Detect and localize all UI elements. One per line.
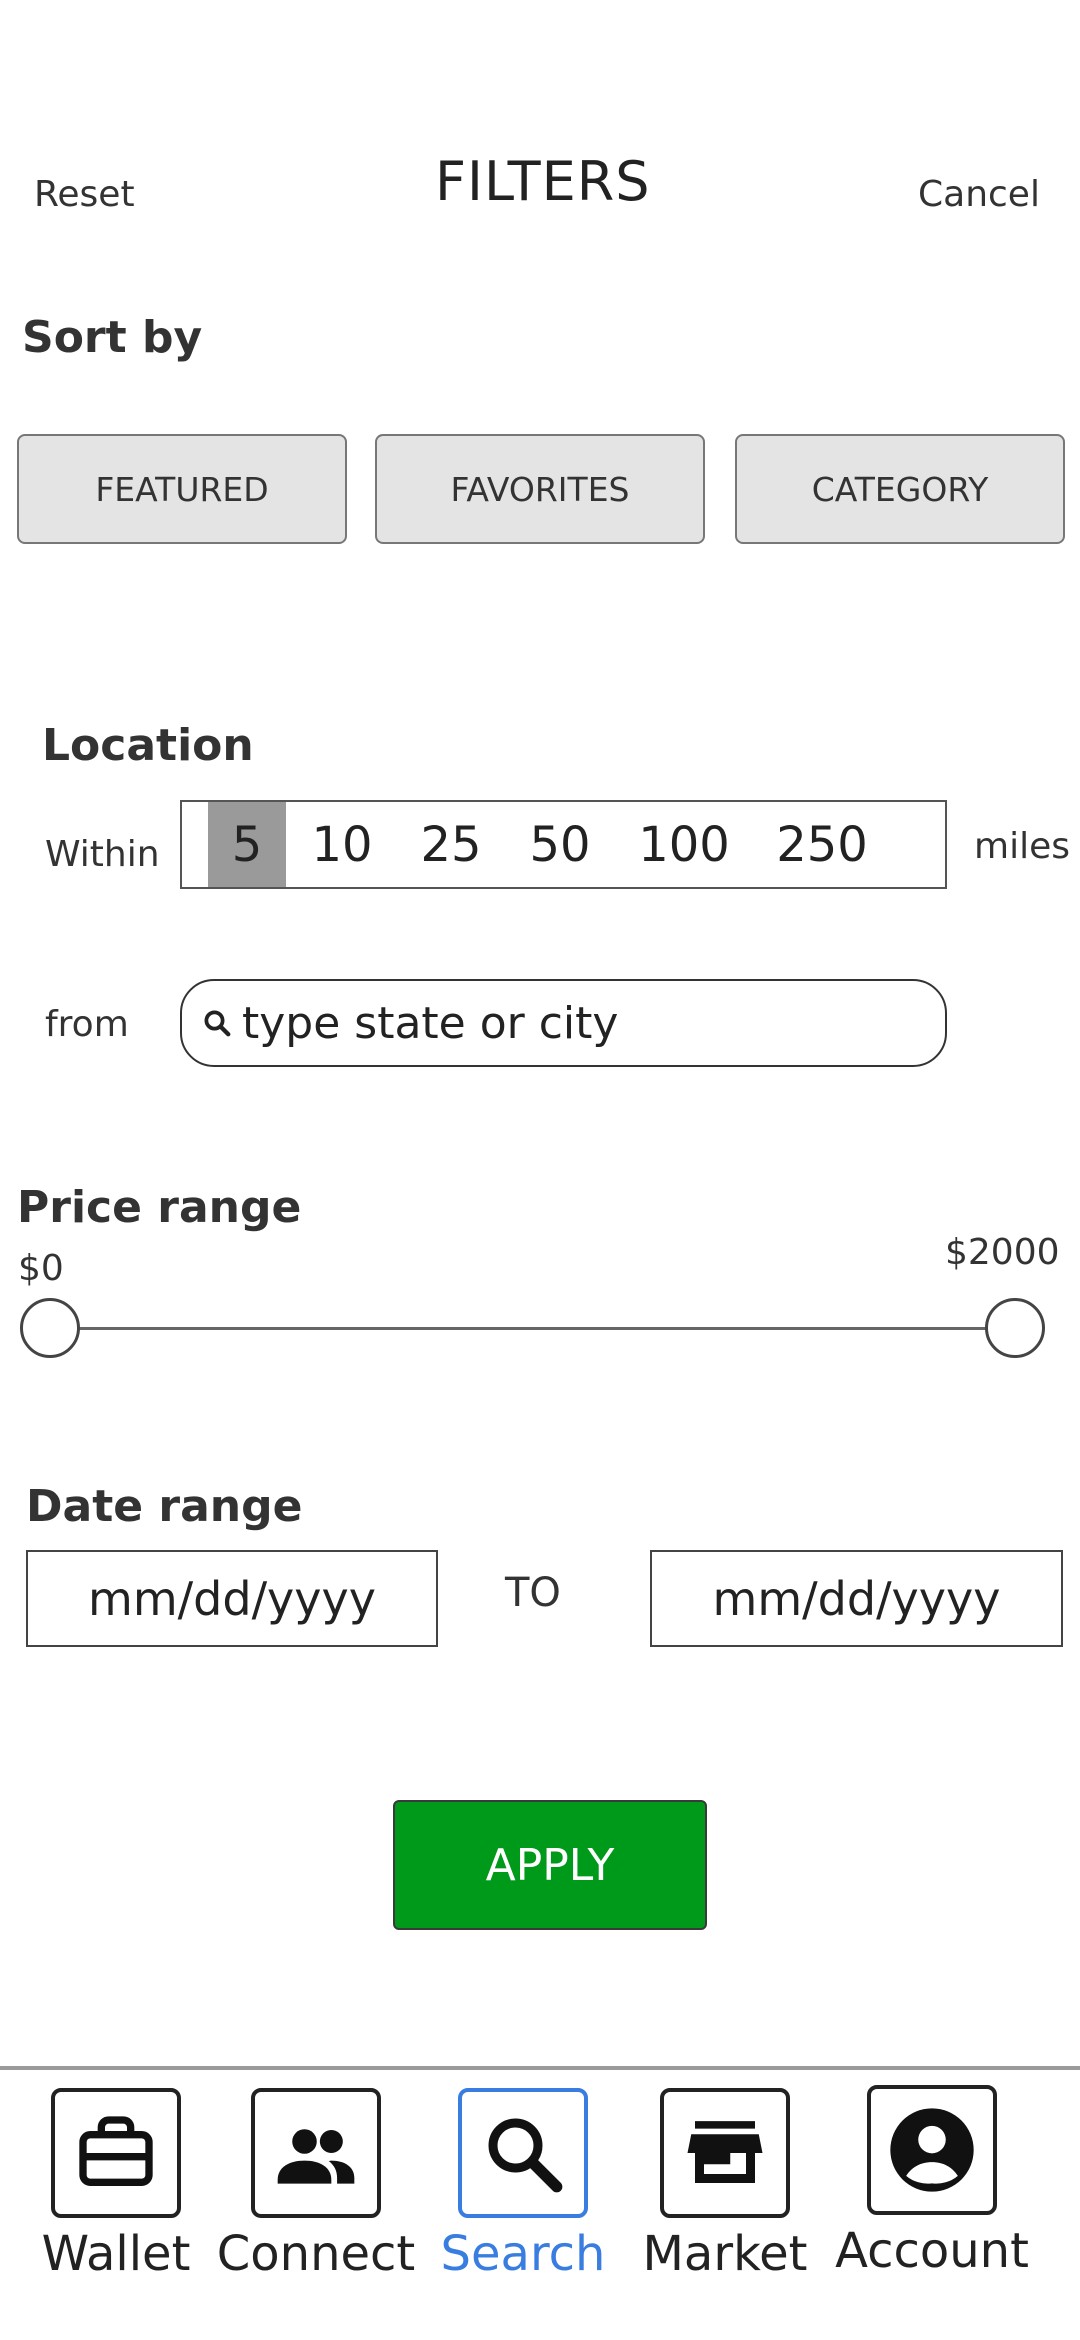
nav-account[interactable]: Account: [832, 2085, 1032, 2325]
sort-by-heading: Sort by: [22, 312, 203, 363]
price-range-heading: Price range: [17, 1182, 302, 1233]
distance-option-5[interactable]: 5: [208, 802, 286, 887]
store-icon: [660, 2088, 790, 2218]
sort-favorites-button[interactable]: FAVORITES: [375, 434, 705, 544]
search-icon: [458, 2088, 588, 2218]
end-date-placeholder: mm/dd/yyyy: [712, 1571, 1001, 1626]
sort-featured-button[interactable]: FEATURED: [17, 434, 347, 544]
reset-link[interactable]: Reset: [34, 174, 135, 215]
distance-option-10[interactable]: 10: [286, 802, 398, 887]
location-heading: Location: [42, 720, 254, 771]
nav-search-label: Search: [440, 2226, 606, 2282]
price-max-label: $2000: [945, 1232, 1060, 1273]
sort-featured-label: FEATURED: [95, 469, 269, 509]
account-circle-icon: [867, 2085, 997, 2215]
location-search-input[interactable]: type state or city: [180, 979, 947, 1067]
people-icon: [251, 2088, 381, 2218]
nav-wallet-label: Wallet: [41, 2226, 191, 2282]
briefcase-icon: [51, 2088, 181, 2218]
start-date-placeholder: mm/dd/yyyy: [88, 1571, 376, 1626]
date-range-heading: Date range: [26, 1481, 303, 1532]
nav-connect-label: Connect: [216, 2226, 416, 2282]
price-min-label: $0: [18, 1248, 64, 1289]
distance-option-25[interactable]: 25: [398, 802, 504, 887]
sort-category-button[interactable]: CATEGORY: [735, 434, 1065, 544]
sort-favorites-label: FAVORITES: [450, 469, 630, 509]
distance-option-100[interactable]: 100: [616, 802, 752, 887]
nav-search[interactable]: Search: [423, 2088, 623, 2328]
within-label: Within: [45, 834, 160, 875]
distance-option-250[interactable]: 250: [752, 802, 892, 887]
price-slider-track[interactable]: [50, 1327, 1015, 1330]
from-label: from: [45, 1004, 129, 1045]
location-search-placeholder: type state or city: [242, 997, 619, 1049]
nav-divider: [0, 2066, 1080, 2070]
nav-connect[interactable]: Connect: [216, 2088, 416, 2328]
miles-label: miles: [974, 826, 1070, 867]
distance-selector[interactable]: 5 10 25 50 100 250: [180, 800, 947, 889]
nav-market[interactable]: Market: [625, 2088, 825, 2328]
end-date-input[interactable]: mm/dd/yyyy: [650, 1550, 1063, 1647]
nav-market-label: Market: [642, 2226, 808, 2282]
nav-account-label: Account: [835, 2223, 1029, 2279]
date-to-label: TO: [505, 1570, 561, 1616]
apply-label: APPLY: [485, 1839, 615, 1891]
search-icon: [204, 1010, 231, 1037]
sort-category-label: CATEGORY: [811, 469, 989, 509]
distance-option-50[interactable]: 50: [504, 802, 616, 887]
start-date-input[interactable]: mm/dd/yyyy: [26, 1550, 438, 1647]
page-title: FILTERS: [435, 150, 651, 213]
nav-wallet[interactable]: Wallet: [16, 2088, 216, 2328]
price-max-handle[interactable]: [985, 1298, 1045, 1358]
cancel-link[interactable]: Cancel: [918, 174, 1040, 215]
price-min-handle[interactable]: [20, 1298, 80, 1358]
apply-button[interactable]: APPLY: [393, 1800, 707, 1930]
